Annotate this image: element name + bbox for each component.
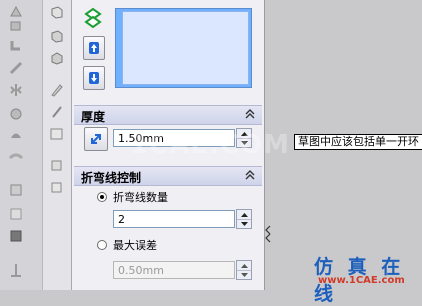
left-toolbar <box>0 0 43 290</box>
line-tool-icon[interactable] <box>8 60 24 76</box>
box-view-icon[interactable] <box>49 28 65 44</box>
bend-control-section-header[interactable]: 折弯线控制 <box>74 166 262 186</box>
max-error-spinner[interactable] <box>236 260 252 280</box>
arrow-up-icon <box>89 42 99 54</box>
radio-bend-count[interactable] <box>97 192 107 202</box>
bend-count-label: 折弯线数量 <box>113 191 168 204</box>
spin-down-icon[interactable] <box>237 270 251 279</box>
material-tool-icon[interactable] <box>8 228 24 244</box>
pattern-tool-icon[interactable] <box>8 106 24 122</box>
thickness-title: 厚度 <box>81 110 106 124</box>
mirror-tool-icon[interactable] <box>8 82 24 98</box>
fillet-tool-icon[interactable] <box>8 38 24 54</box>
bend-control-title: 折弯线控制 <box>81 171 142 185</box>
selection-listbox[interactable] <box>115 8 252 88</box>
panel-collapse-tab[interactable] <box>264 222 272 246</box>
boss-tool-icon[interactable] <box>8 18 24 34</box>
direction-icon <box>91 134 101 144</box>
move-up-button[interactable] <box>83 36 105 60</box>
brand-url: www.1CAE.com <box>318 275 405 286</box>
pen-icon[interactable] <box>49 104 65 120</box>
wrap-tool-icon[interactable] <box>8 150 24 166</box>
bend-count-spinner[interactable] <box>236 209 252 229</box>
measure-tool-icon[interactable] <box>8 262 24 278</box>
collapse-up-icon[interactable] <box>244 108 256 120</box>
extrude-view-icon[interactable] <box>49 50 65 66</box>
tooltip: 草图中应该包括单一开环 <box>294 134 422 150</box>
watermark: 1CAE.COM <box>130 130 290 160</box>
radio-max-error[interactable] <box>97 240 107 250</box>
max-error-input[interactable]: 0.50mm <box>113 261 235 279</box>
select-icon[interactable] <box>49 126 65 142</box>
shell-tool-icon[interactable] <box>8 128 24 144</box>
max-error-label: 最大误差 <box>113 239 157 252</box>
stack-icon[interactable] <box>49 180 65 196</box>
secondary-toolbar <box>43 0 72 290</box>
layers-icon[interactable] <box>49 158 65 174</box>
move-down-button[interactable] <box>83 66 105 90</box>
green-chevron-icon[interactable] <box>84 6 102 29</box>
copy-tool-icon[interactable] <box>8 206 24 222</box>
reverse-direction-button[interactable] <box>84 127 108 151</box>
cube-view-icon[interactable] <box>49 4 65 20</box>
thickness-section-header[interactable]: 厚度 <box>74 105 262 125</box>
collapse-up-icon[interactable] <box>244 169 256 181</box>
double-chevron-icon <box>265 225 271 243</box>
plane-tool-icon[interactable] <box>8 182 24 198</box>
bend-count-input[interactable]: 2 <box>113 210 235 228</box>
arrow-down-icon <box>89 72 99 84</box>
spin-down-icon[interactable] <box>237 219 251 228</box>
edit-sketch-icon[interactable] <box>49 82 65 98</box>
listbox-content[interactable] <box>122 11 249 85</box>
